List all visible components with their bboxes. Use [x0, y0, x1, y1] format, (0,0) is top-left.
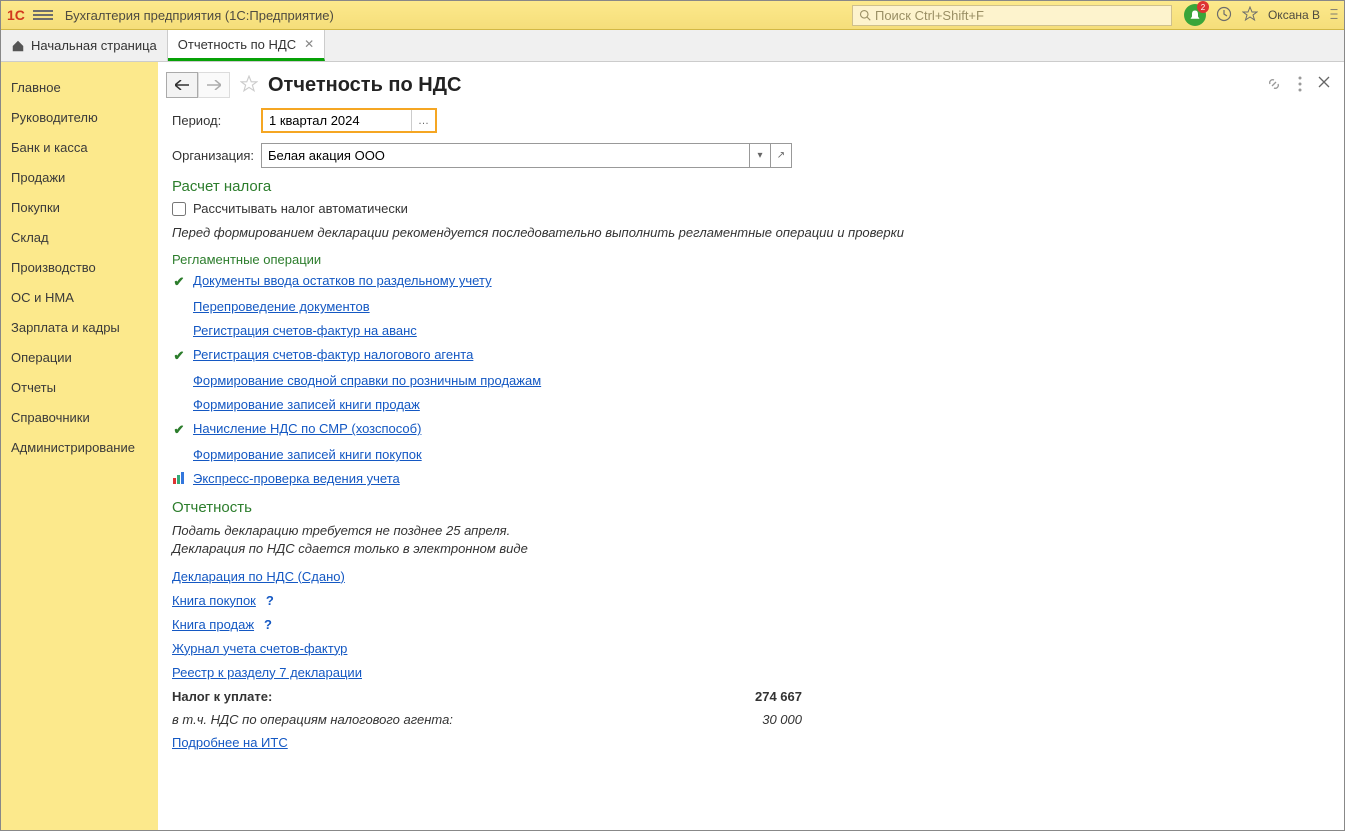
agent-tax-value: 30 000 — [702, 712, 802, 727]
tab-current-label: Отчетность по НДС — [178, 37, 296, 52]
nav-manager[interactable]: Руководителю — [1, 102, 158, 132]
regop-row: Формирование записей книги покупок — [172, 447, 1330, 462]
more-info-link[interactable]: Подробнее на ИТС — [172, 735, 288, 750]
report-link[interactable]: Книга продаж — [172, 617, 254, 632]
nav-operations[interactable]: Операции — [1, 342, 158, 372]
regop-row: ✔ Документы ввода остатков по раздельному… — [172, 273, 1330, 290]
org-label: Организация: — [172, 148, 261, 163]
home-icon — [11, 39, 25, 53]
regop-link[interactable]: Регистрация счетов-фактур налогового аге… — [193, 347, 473, 362]
report-link[interactable]: Журнал учета счетов-фактур — [172, 641, 347, 656]
tab-close-icon[interactable]: ✕ — [304, 37, 314, 51]
auto-calc-label: Рассчитывать налог автоматически — [193, 201, 408, 216]
nav-reports[interactable]: Отчеты — [1, 372, 158, 402]
regop-row: Регистрация счетов-фактур на аванс — [172, 323, 1330, 338]
report-link-row: Реестр к разделу 7 декларации — [172, 665, 1330, 680]
report-link-row: Журнал учета счетов-фактур — [172, 641, 1330, 656]
nav-hr[interactable]: Зарплата и кадры — [1, 312, 158, 342]
link-icon[interactable] — [1266, 76, 1282, 95]
tax-label: Налог к уплате: — [172, 689, 702, 704]
reporting-title: Отчетность — [172, 499, 1330, 516]
calc-note: Перед формированием декларации рекоменду… — [172, 224, 1330, 242]
global-search[interactable]: Поиск Ctrl+Shift+F — [852, 5, 1172, 26]
search-placeholder: Поиск Ctrl+Shift+F — [875, 8, 984, 23]
regop-row: Формирование записей книги продаж — [172, 397, 1330, 412]
reporting-note: Подать декларацию требуется не позднее 2… — [172, 522, 1330, 558]
notification-badge: 2 — [1197, 1, 1209, 13]
nav-production[interactable]: Производство — [1, 252, 158, 282]
report-link[interactable]: Реестр к разделу 7 декларации — [172, 665, 362, 680]
regop-link[interactable]: Документы ввода остатков по раздельному … — [193, 273, 492, 288]
menu-icon[interactable] — [33, 6, 53, 24]
regop-row: Перепроведение документов — [172, 299, 1330, 314]
report-link-row: Книга продаж? — [172, 617, 1330, 632]
tab-current[interactable]: Отчетность по НДС ✕ — [168, 30, 325, 61]
nav-main[interactable]: Главное — [1, 72, 158, 102]
favorite-icon[interactable] — [1242, 6, 1258, 25]
tax-value: 274 667 — [702, 689, 802, 704]
forward-button — [198, 72, 230, 98]
check-icon: ✔ — [174, 348, 185, 364]
report-icon — [173, 472, 185, 487]
help-icon[interactable]: ? — [266, 593, 274, 608]
help-icon[interactable]: ? — [264, 617, 272, 632]
regops-title: Регламентные операции — [172, 252, 1330, 267]
notifications-icon[interactable]: 2 — [1184, 4, 1206, 26]
regop-link[interactable]: Перепроведение документов — [193, 299, 370, 314]
check-icon: ✔ — [174, 422, 185, 438]
nav-bank[interactable]: Банк и касса — [1, 132, 158, 162]
regop-link[interactable]: Формирование сводной справки по розничны… — [193, 373, 541, 388]
search-icon — [859, 9, 871, 21]
tab-home-label: Начальная страница — [31, 38, 157, 53]
auto-calc-checkbox[interactable] — [172, 202, 186, 216]
report-link-row: Книга покупок? — [172, 593, 1330, 608]
org-input[interactable] — [262, 148, 749, 163]
nav-assets[interactable]: ОС и НМА — [1, 282, 158, 312]
kebab-menu-icon[interactable] — [1298, 76, 1302, 95]
period-input[interactable] — [263, 110, 411, 131]
regop-row: ✔ Начисление НДС по СМР (хозспособ) — [172, 421, 1330, 438]
period-select-button[interactable]: … — [411, 110, 435, 131]
regop-link[interactable]: Формирование записей книги покупок — [193, 447, 422, 462]
org-open-button[interactable]: ↗ — [770, 144, 791, 167]
more-menu-icon[interactable] — [1330, 7, 1338, 24]
username[interactable]: Оксана В — [1268, 8, 1320, 22]
report-link-row: Декларация по НДС (Сдано) — [172, 569, 1330, 584]
nav-catalogs[interactable]: Справочники — [1, 402, 158, 432]
report-link[interactable]: Книга покупок — [172, 593, 256, 608]
sidebar: Главное Руководителю Банк и касса Продаж… — [1, 62, 158, 830]
regop-row: Экспресс-проверка ведения учета — [172, 471, 1330, 487]
nav-sales[interactable]: Продажи — [1, 162, 158, 192]
regop-row: ✔ Регистрация счетов-фактур налогового аг… — [172, 347, 1330, 364]
page-title: Отчетность по НДС — [268, 74, 1266, 97]
app-logo: 1С — [7, 7, 25, 23]
app-title: Бухгалтерия предприятия (1С:Предприятие) — [65, 8, 334, 23]
regop-row: Формирование сводной справки по розничны… — [172, 373, 1330, 388]
period-label: Период: — [172, 113, 261, 128]
regop-link[interactable]: Формирование записей книги продаж — [193, 397, 420, 412]
org-dropdown-button[interactable]: ▾ — [749, 144, 770, 167]
report-link[interactable]: Декларация по НДС (Сдано) — [172, 569, 345, 584]
regop-link[interactable]: Экспресс-проверка ведения учета — [193, 471, 400, 486]
close-page-icon[interactable] — [1318, 76, 1330, 95]
nav-purchases[interactable]: Покупки — [1, 192, 158, 222]
nav-admin[interactable]: Администрирование — [1, 432, 158, 462]
calc-section-title: Расчет налога — [172, 178, 1330, 195]
agent-tax-label: в т.ч. НДС по операциям налогового агент… — [172, 712, 702, 727]
favorite-page-icon[interactable] — [240, 75, 258, 96]
history-icon[interactable] — [1216, 6, 1232, 25]
nav-warehouse[interactable]: Склад — [1, 222, 158, 252]
back-button[interactable] — [166, 72, 198, 98]
tab-home[interactable]: Начальная страница — [1, 30, 168, 61]
regop-link[interactable]: Начисление НДС по СМР (хозспособ) — [193, 421, 421, 436]
check-icon: ✔ — [174, 274, 185, 290]
regop-link[interactable]: Регистрация счетов-фактур на аванс — [193, 323, 417, 338]
